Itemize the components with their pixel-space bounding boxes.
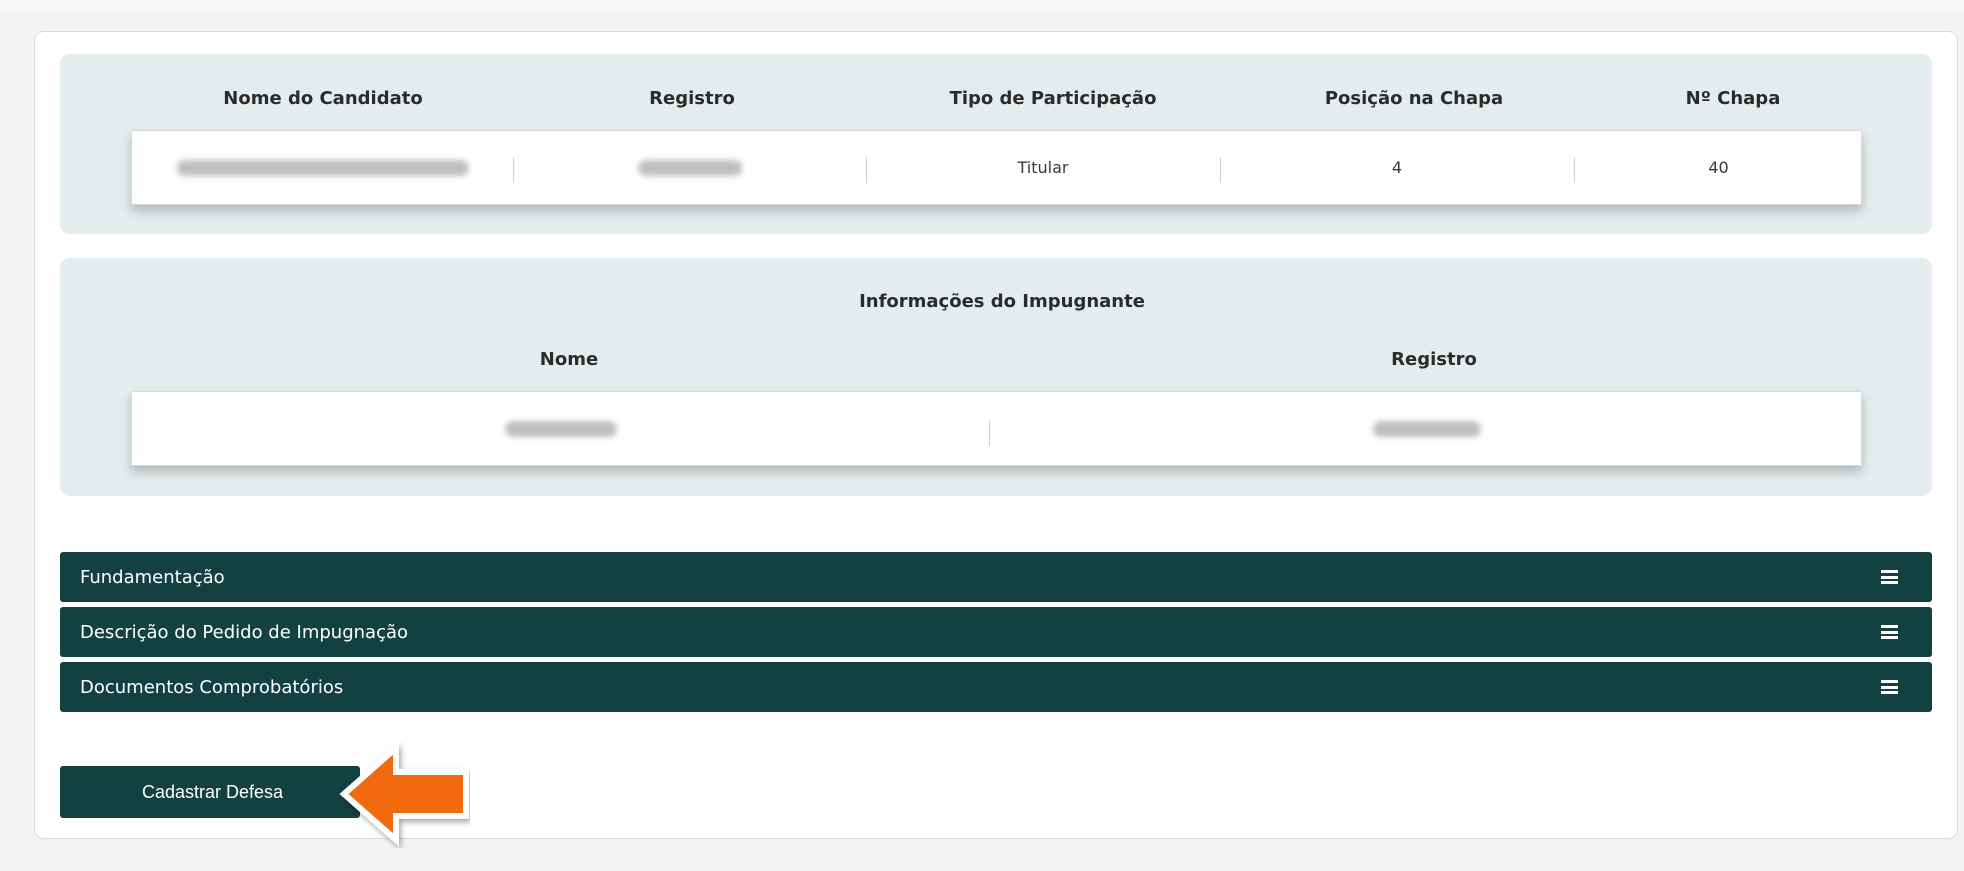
impugnante-row [131,391,1862,466]
accordion-label: Documentos Comprobatórios [80,676,344,698]
header-tipo-participacao: Tipo de Participação [949,88,1157,109]
redacted-impugnante-nome [504,420,617,437]
header-impugnante-nome: Nome [539,349,599,370]
accordion-fundamentacao[interactable]: Fundamentação [60,552,1932,602]
header-nome-candidato: Nome do Candidato [223,88,423,109]
header-posicao-chapa: Posição na Chapa [1324,88,1504,109]
cell-impugnante-nome [132,392,989,465]
redacted-name [177,159,469,176]
impugnante-title: Informações do Impugnante [859,291,1145,312]
cell-impugnante-registro [990,392,1863,465]
menu-icon[interactable] [1881,625,1898,639]
cell-registro [514,131,866,204]
cadastrar-defesa-button[interactable]: Cadastrar Defesa [60,766,360,818]
accordion-label: Descrição do Pedido de Impugnação [80,621,409,643]
annotation-arrow-icon [339,741,469,847]
candidate-row: Titular 4 40 [131,130,1862,205]
header-impugnante-registro: Registro [1391,349,1477,370]
accordion-label: Fundamentação [80,566,225,588]
redacted-registro [638,159,742,176]
header-numero-chapa: Nº Chapa [1685,88,1781,109]
cell-numero-chapa: 40 [1708,158,1729,177]
top-strip [0,0,1964,10]
cell-nome-candidato [132,131,514,204]
redacted-impugnante-registro [1372,420,1481,437]
accordion-descricao-pedido[interactable]: Descrição do Pedido de Impugnação [60,607,1932,657]
menu-icon[interactable] [1881,570,1898,584]
cell-tipo-participacao: Titular [1017,158,1069,177]
cell-posicao-chapa: 4 [1391,158,1403,177]
accordion-documentos-comprobatorios[interactable]: Documentos Comprobatórios [60,662,1932,712]
menu-icon[interactable] [1881,680,1898,694]
header-registro: Registro [649,88,735,109]
